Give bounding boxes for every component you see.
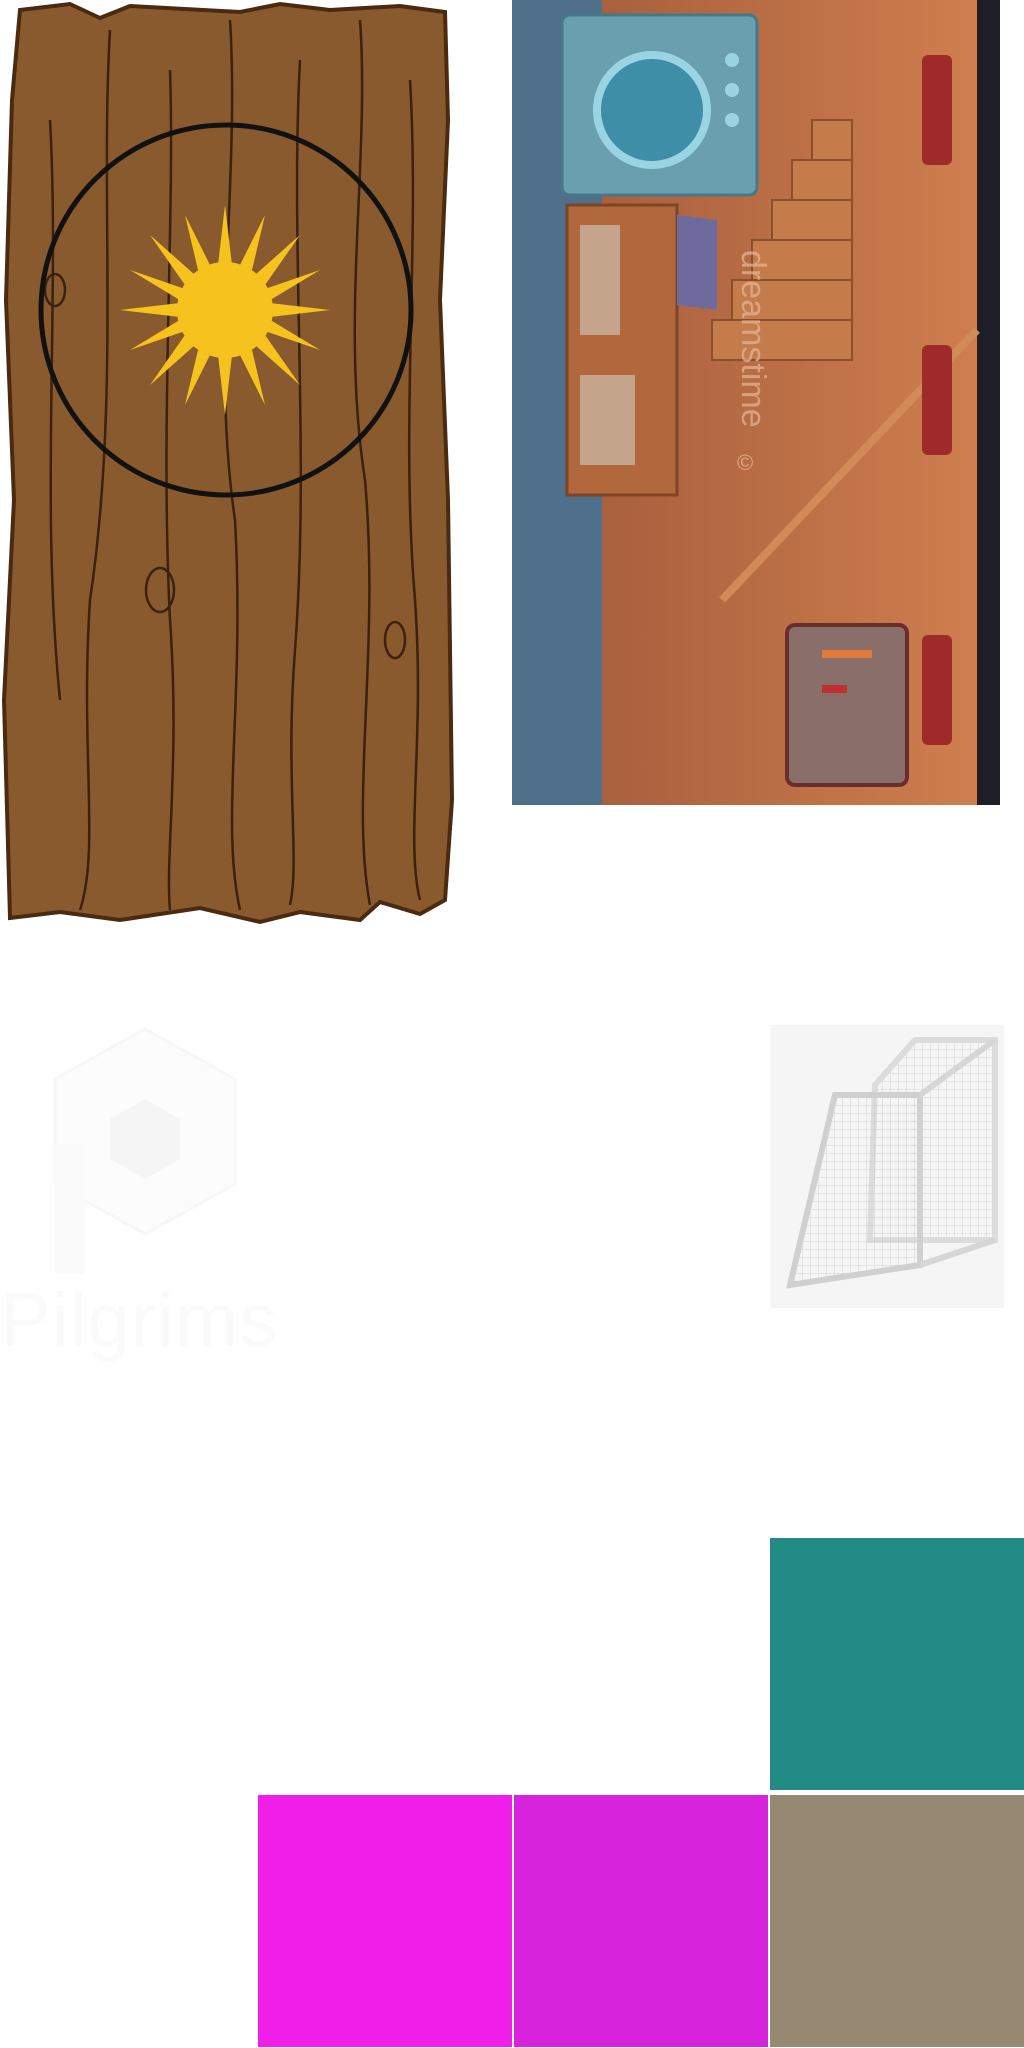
logo-text: Pilgrims [0,1278,279,1363]
watermark-symbol: © [737,450,753,475]
watermark-text: dreamstime [734,250,772,428]
swatch-khaki [770,1795,1024,2047]
swatch-magenta [258,1795,512,2047]
sun-icon [120,205,330,415]
soccer-goal-image [770,1025,1004,1308]
wood-plank-image [0,0,460,930]
swatch-teal [770,1538,1024,1790]
hexagon-logo-icon [53,1027,237,1274]
soccer-goal-icon [770,1025,1004,1308]
basement-illustration: dreamstime © [512,0,1000,805]
swatch-purple [514,1795,768,2047]
wood-plank-icon [1,1,455,925]
basement-scene-icon: dreamstime © [512,0,1000,805]
pilgrims-logo: Pilgrims [0,1024,320,1404]
